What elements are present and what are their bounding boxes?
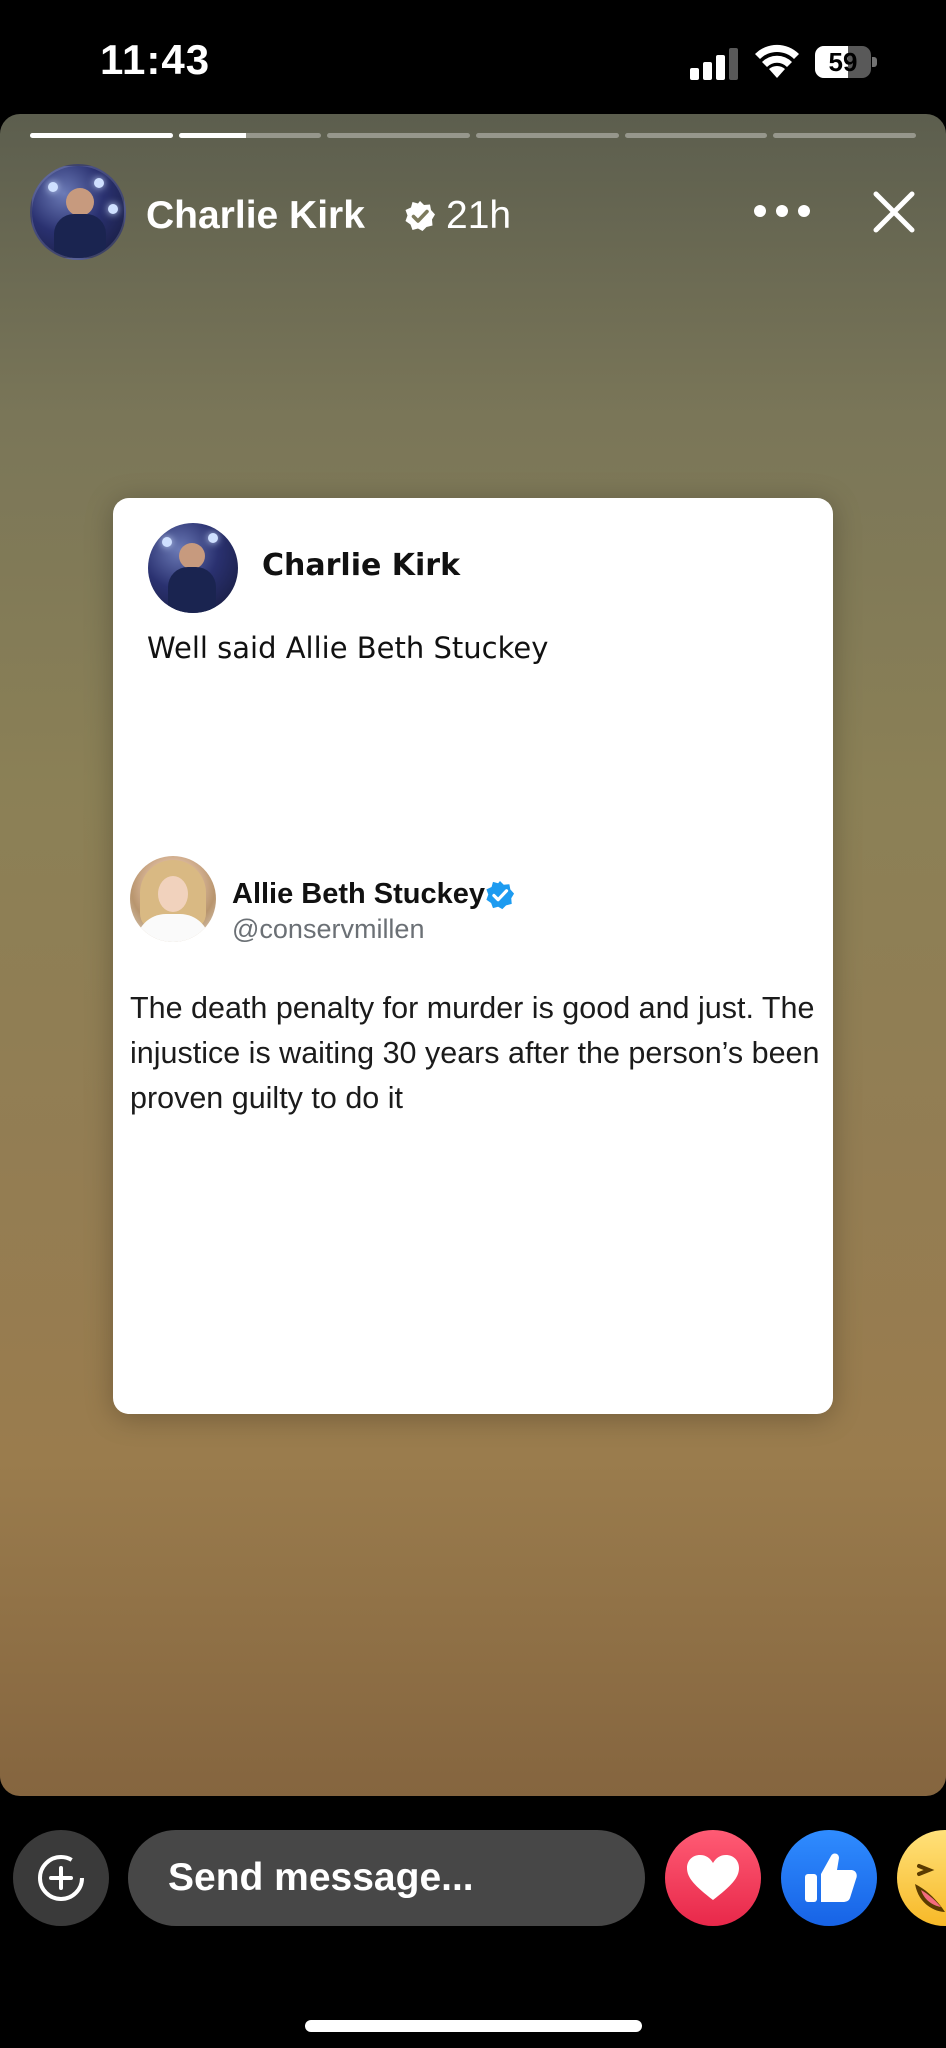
story-progress-segment	[178, 133, 322, 138]
status-time: 11:43	[100, 36, 211, 83]
story-progress-segment	[773, 133, 917, 138]
story-progress	[30, 133, 917, 138]
verified-badge-icon	[486, 880, 515, 910]
thumbs-up-icon	[805, 1853, 857, 1902]
battery-level: 59	[828, 47, 858, 77]
battery-icon: 59	[815, 46, 877, 78]
heart-reaction-button[interactable]	[665, 1830, 761, 1926]
like-reaction-button[interactable]	[781, 1830, 877, 1926]
haha-reaction-button[interactable]	[897, 1830, 946, 1926]
quoted-author-avatar	[130, 856, 216, 942]
close-icon[interactable]	[866, 184, 922, 240]
add-circle-icon[interactable]	[13, 1830, 109, 1926]
story-progress-segment	[624, 133, 768, 138]
author-avatar[interactable]	[30, 164, 126, 260]
reply-bar: Send message...	[0, 1796, 946, 2048]
cellular-signal-icon	[690, 46, 738, 80]
story-progress-segment	[327, 133, 471, 138]
quoted-author-name: Allie Beth Stuckey	[232, 878, 486, 910]
post-caption: Well said Allie Beth Stuckey	[147, 631, 549, 665]
quoted-tweet-text: The death penalty for murder is good and…	[130, 991, 820, 1115]
wifi-icon	[755, 44, 799, 78]
story-header: Charlie Kirk 21h	[30, 164, 916, 264]
story-time-ago: 21h	[446, 194, 512, 237]
status-bar: 11:43 59	[0, 0, 946, 112]
story-progress-segment	[476, 133, 619, 138]
laughing-face-icon	[915, 1864, 945, 1912]
author-name[interactable]: Charlie Kirk	[146, 194, 365, 238]
story-viewer[interactable]: Charlie Kirk 21h Charlie Kirk Well said …	[0, 114, 946, 1796]
post-author-avatar	[148, 523, 238, 613]
shared-post-card[interactable]: Charlie Kirk Well said Allie Beth Stucke…	[113, 498, 833, 1414]
home-indicator[interactable]	[305, 2020, 642, 2032]
story-progress-segment	[30, 133, 173, 138]
post-author-name: Charlie Kirk	[262, 548, 461, 583]
quoted-author-handle: @conservmillen	[232, 914, 425, 944]
heart-icon	[687, 1855, 739, 1900]
send-message-input[interactable]: Send message...	[128, 1830, 645, 1926]
more-dots-icon[interactable]	[754, 196, 810, 226]
verified-badge-icon	[405, 201, 435, 231]
